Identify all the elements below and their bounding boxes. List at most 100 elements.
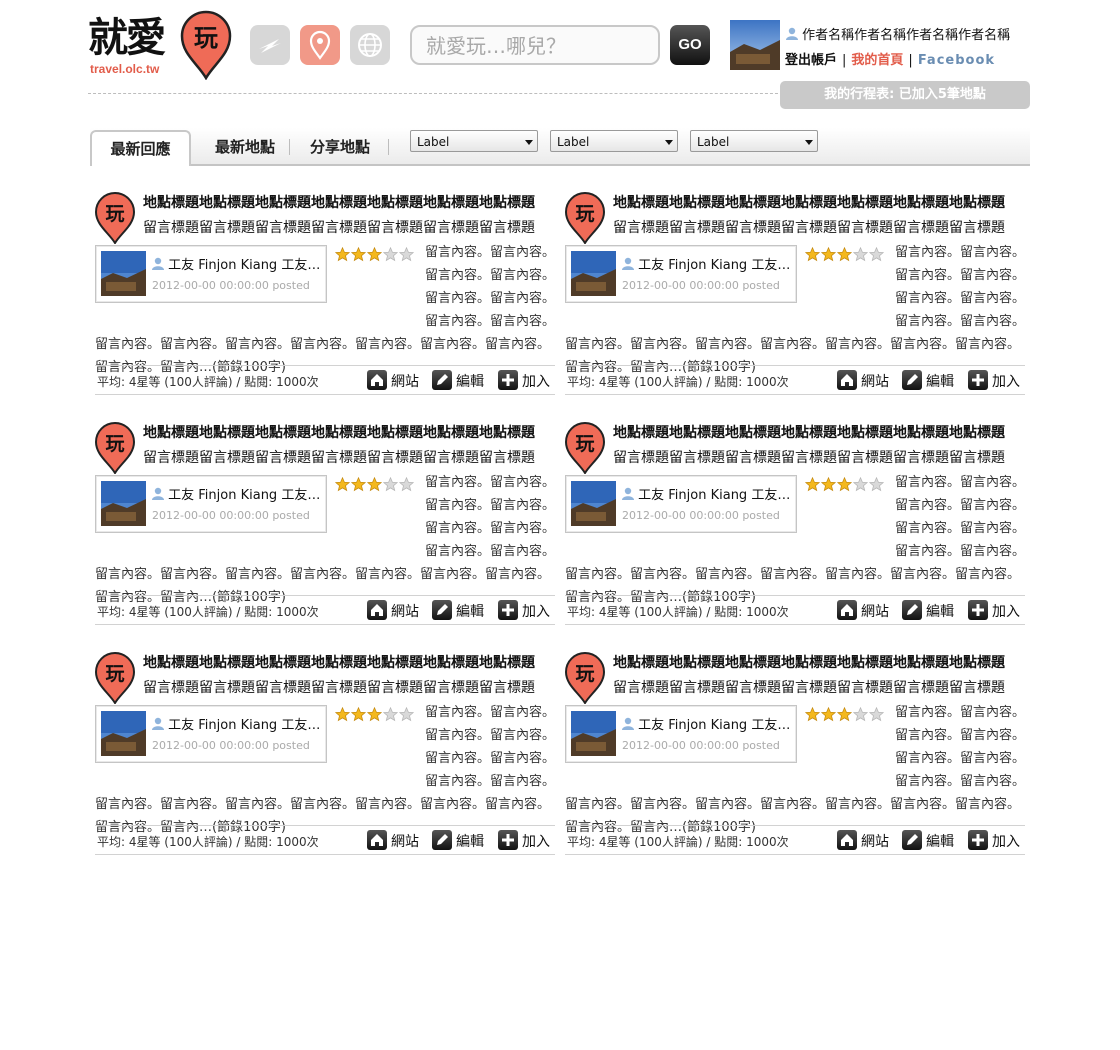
my-itinerary-button[interactable]: 我的行程表: 已加入5筆地點 — [780, 81, 1030, 109]
author-name[interactable]: 工友 Finjon Kiang 工友 Finjon Kiang — [152, 254, 322, 273]
plus-icon — [498, 830, 518, 850]
add-button[interactable]: 加入 — [968, 830, 1020, 851]
user-avatar[interactable] — [730, 20, 780, 70]
filter-select-1[interactable]: Label — [410, 130, 538, 152]
star-filled-icon — [350, 706, 367, 722]
card-divider — [565, 394, 1025, 395]
home-icon — [837, 830, 857, 850]
user-icon — [152, 257, 164, 270]
star-filled-icon — [334, 246, 351, 262]
site-logo-text[interactable]: 就愛 — [88, 14, 166, 62]
edit-label: 編輯 — [926, 604, 954, 620]
website-button[interactable]: 網站 — [837, 370, 889, 391]
place-title[interactable]: 地點標題地點標題地點標題地點標題地點標題地點標題地點標題 — [143, 192, 553, 212]
add-button[interactable]: 加入 — [968, 600, 1020, 621]
star-filled-icon — [820, 476, 837, 492]
author-name[interactable]: 工友 Finjon Kiang 工友 Finjon Kiang — [622, 714, 792, 733]
author-name[interactable]: 工友 Finjon Kiang 工友 Finjon Kiang — [622, 254, 792, 273]
site-logo-subtitle: travel.olc.tw — [90, 62, 160, 76]
star-empty-icon — [398, 706, 415, 722]
star-rating — [804, 246, 885, 266]
comment-title[interactable]: 留言標題留言標題留言標題留言標題留言標題留言標題留言標題 — [143, 677, 553, 697]
comment-title[interactable]: 留言標題留言標題留言標題留言標題留言標題留言標題留言標題 — [143, 447, 553, 467]
add-button[interactable]: 加入 — [968, 370, 1020, 391]
place-pin-icon: 玩 — [565, 192, 605, 244]
add-button[interactable]: 加入 — [498, 370, 550, 391]
edit-button[interactable]: 編輯 — [432, 370, 484, 391]
card-stats: 平均: 4星等 (100人評論) / 點閱: 1000次 — [97, 835, 319, 849]
author-box[interactable]: 工友 Finjon Kiang 工友 Finjon Kiang 2012-00-… — [565, 475, 797, 533]
place-card: 玩 地點標題地點標題地點標題地點標題地點標題地點標題地點標題 留言標題留言標題留… — [95, 187, 555, 401]
tab-share-place[interactable]: 分享地點 — [295, 128, 385, 164]
comment-title[interactable]: 留言標題留言標題留言標題留言標題留言標題留言標題留言標題 — [613, 217, 1023, 237]
edit-button[interactable]: 編輯 — [902, 370, 954, 391]
add-label: 加入 — [522, 374, 550, 390]
filter-select-3[interactable]: Label — [690, 130, 818, 152]
star-empty-icon — [868, 476, 885, 492]
website-button[interactable]: 網站 — [367, 830, 419, 851]
website-button[interactable]: 網站 — [367, 370, 419, 391]
edit-button[interactable]: 編輯 — [432, 600, 484, 621]
edit-label: 編輯 — [456, 374, 484, 390]
author-box[interactable]: 工友 Finjon Kiang 工友 Finjon Kiang 2012-00-… — [95, 245, 327, 303]
add-button[interactable]: 加入 — [498, 830, 550, 851]
pencil-icon — [902, 830, 922, 850]
tab-latest-places[interactable]: 最新地點 — [195, 128, 295, 164]
add-label: 加入 — [522, 834, 550, 850]
place-title[interactable]: 地點標題地點標題地點標題地點標題地點標題地點標題地點標題 — [613, 422, 1023, 442]
author-name[interactable]: 工友 Finjon Kiang 工友 Finjon Kiang — [622, 484, 792, 503]
star-filled-icon — [804, 246, 821, 262]
author-name-text: 工友 Finjon Kiang 工友 Finjon Kiang — [168, 718, 322, 733]
tab-latest-responses[interactable]: 最新回應 — [90, 130, 191, 166]
search-go-button[interactable]: GO — [670, 25, 710, 65]
posted-time: 2012-00-00 00:00:00 posted — [152, 739, 310, 752]
filter-select-2[interactable]: Label — [550, 130, 678, 152]
edit-button[interactable]: 編輯 — [432, 830, 484, 851]
header-divider — [88, 93, 788, 94]
star-filled-icon — [820, 246, 837, 262]
logo-pin-icon[interactable]: 玩 — [180, 10, 232, 80]
website-button[interactable]: 網站 — [837, 600, 889, 621]
star-empty-icon — [852, 246, 869, 262]
edit-button[interactable]: 編輯 — [902, 600, 954, 621]
author-name[interactable]: 工友 Finjon Kiang 工友 Finjon Kiang — [152, 484, 322, 503]
website-button[interactable]: 網站 — [367, 600, 419, 621]
logout-link[interactable]: 登出帳戶 — [785, 53, 837, 68]
comment-title[interactable]: 留言標題留言標題留言標題留言標題留言標題留言標題留言標題 — [143, 217, 553, 237]
place-card: 玩 地點標題地點標題地點標題地點標題地點標題地點標題地點標題 留言標題留言標題留… — [565, 187, 1025, 401]
website-label: 網站 — [861, 374, 889, 390]
author-box[interactable]: 工友 Finjon Kiang 工友 Finjon Kiang 2012-00-… — [565, 245, 797, 303]
comment-title[interactable]: 留言標題留言標題留言標題留言標題留言標題留言標題留言標題 — [613, 677, 1023, 697]
author-avatar — [101, 711, 146, 756]
facebook-link[interactable]: Facebook — [918, 53, 995, 68]
tab-separator — [388, 139, 389, 155]
edit-button[interactable]: 編輯 — [902, 830, 954, 851]
card-stats: 平均: 4星等 (100人評論) / 點閱: 1000次 — [97, 375, 319, 389]
search-input[interactable] — [424, 27, 658, 65]
nav-location-button[interactable] — [300, 25, 340, 65]
author-box[interactable]: 工友 Finjon Kiang 工友 Finjon Kiang 2012-00-… — [95, 705, 327, 763]
card-divider — [565, 595, 1025, 596]
search-box[interactable] — [410, 25, 660, 65]
link-separator: | — [842, 53, 847, 68]
website-button[interactable]: 網站 — [837, 830, 889, 851]
place-title[interactable]: 地點標題地點標題地點標題地點標題地點標題地點標題地點標題 — [143, 422, 553, 442]
user-name-text: 作者名稱作者名稱作者名稱作者名稱 — [802, 28, 1011, 43]
author-name[interactable]: 工友 Finjon Kiang 工友 Finjon Kiang — [152, 714, 322, 733]
comment-title[interactable]: 留言標題留言標題留言標題留言標題留言標題留言標題留言標題 — [613, 447, 1023, 467]
place-title[interactable]: 地點標題地點標題地點標題地點標題地點標題地點標題地點標題 — [613, 192, 1023, 212]
author-avatar — [101, 251, 146, 296]
nav-globe-button[interactable] — [350, 25, 390, 65]
tab-bar: 最新回應 最新地點 分享地點 Label Label Label — [90, 128, 1030, 166]
my-home-link[interactable]: 我的首頁 — [851, 53, 903, 68]
add-button[interactable]: 加入 — [498, 600, 550, 621]
star-filled-icon — [366, 476, 383, 492]
place-title[interactable]: 地點標題地點標題地點標題地點標題地點標題地點標題地點標題 — [613, 652, 1023, 672]
nav-route-button[interactable] — [250, 25, 290, 65]
place-title[interactable]: 地點標題地點標題地點標題地點標題地點標題地點標題地點標題 — [143, 652, 553, 672]
card-stats: 平均: 4星等 (100人評論) / 點閱: 1000次 — [97, 605, 319, 619]
star-filled-icon — [836, 246, 853, 262]
author-box[interactable]: 工友 Finjon Kiang 工友 Finjon Kiang 2012-00-… — [565, 705, 797, 763]
author-box[interactable]: 工友 Finjon Kiang 工友 Finjon Kiang 2012-00-… — [95, 475, 327, 533]
star-filled-icon — [836, 476, 853, 492]
